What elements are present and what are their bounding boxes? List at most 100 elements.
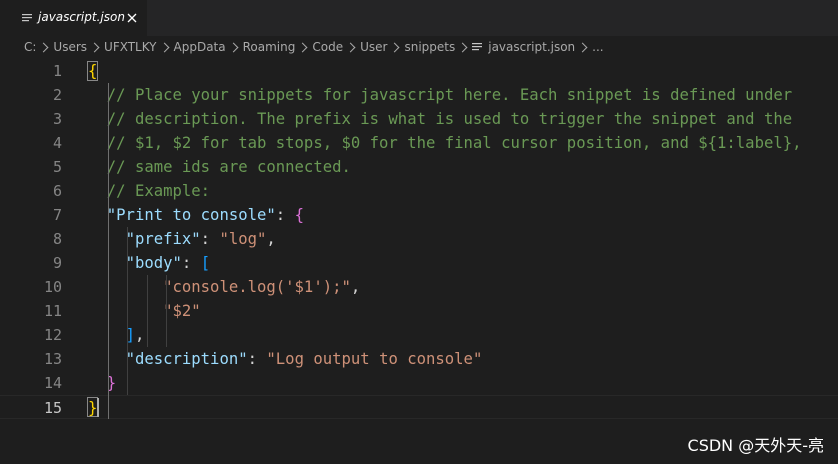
code-token: "$2"	[163, 302, 201, 320]
code-text: "description": "Log output to console"	[88, 347, 483, 371]
tab-javascript-json[interactable]: javascript.json	[0, 0, 147, 36]
code-token: // Place your snippets for javascript he…	[88, 86, 793, 104]
code-text: }	[88, 371, 116, 395]
code-line[interactable]: 2 // Place your snippets for javascript …	[0, 83, 838, 107]
line-number: 7	[52, 206, 62, 224]
line-number: 15	[43, 399, 62, 417]
code-token: "Log output to console"	[266, 350, 483, 368]
code-token: :	[275, 206, 295, 224]
line-number: 9	[52, 254, 62, 272]
indent-guide	[166, 275, 167, 347]
code-line[interactable]: 9 "body": [	[0, 251, 838, 275]
chevron-right-icon	[577, 42, 588, 52]
code-line[interactable]: 10 "console.log('$1');",	[0, 275, 838, 299]
text-cursor	[97, 398, 99, 417]
code-token: ,	[266, 230, 276, 248]
line-number: 11	[43, 302, 62, 320]
code-token: {	[294, 206, 304, 224]
breadcrumb-item[interactable]: Code	[312, 40, 343, 54]
breadcrumb: C: Users UFXTLKY AppData Roaming Code User snip…	[0, 36, 838, 58]
chevron-right-icon	[390, 42, 400, 52]
code-text: // $1, $2 for tab stops, $0 for the fina…	[88, 131, 802, 155]
code-token: "console.log('$1');"	[163, 278, 351, 296]
tab-label: javascript.json	[38, 10, 125, 24]
breadcrumb-item[interactable]: ...	[592, 40, 603, 54]
chevron-right-icon	[228, 42, 239, 52]
code-text: // same ids are connected.	[88, 155, 351, 179]
close-icon[interactable]	[125, 11, 139, 25]
code-token: "description"	[125, 350, 248, 368]
code-token: :	[181, 254, 201, 272]
code-token: "prefix"	[125, 230, 201, 248]
breadcrumb-item[interactable]: UFXTLKY	[104, 40, 156, 54]
breadcrumb-item[interactable]: Users	[53, 40, 87, 54]
chevron-right-icon	[38, 42, 49, 52]
line-number: 5	[52, 158, 62, 176]
line-number: 1	[52, 62, 62, 80]
code-text: // Place your snippets for javascript he…	[88, 83, 792, 107]
code-text: ],	[88, 323, 145, 347]
code-line[interactable]: 14 }	[0, 371, 838, 395]
watermark: CSDN @天外天-亮	[687, 436, 824, 455]
tab-bar: javascript.json	[0, 0, 838, 36]
breadcrumb-item[interactable]: AppData	[174, 40, 226, 54]
code-token: // description. The prefix is what is us…	[88, 110, 793, 128]
line-number: 4	[52, 134, 62, 152]
code-token: // $1, $2 for tab stops, $0 for the fina…	[88, 134, 802, 152]
code-line[interactable]: 6 // Example:	[0, 179, 838, 203]
code-line[interactable]: 12 ],	[0, 323, 838, 347]
code-line[interactable]: 7 "Print to console": {	[0, 203, 838, 227]
vscode-window: javascript.json C: Users UFXTLKY AppData Roa…	[0, 0, 838, 464]
code-token: // same ids are connected.	[88, 158, 351, 176]
breadcrumb-item[interactable]: javascript.json	[488, 40, 575, 54]
json-file-icon	[472, 43, 483, 51]
chevron-right-icon	[159, 42, 169, 52]
code-token: "body"	[125, 254, 182, 272]
code-token: ,	[134, 326, 145, 344]
code-text: "body": [	[88, 251, 211, 275]
line-number: 10	[43, 278, 62, 296]
code-text: // description. The prefix is what is us…	[88, 107, 792, 131]
line-number: 3	[52, 110, 62, 128]
indent-guide	[147, 275, 148, 347]
line-number: 13	[43, 350, 62, 368]
code-text: "Print to console": {	[88, 203, 304, 227]
code-line[interactable]: 4 // $1, $2 for tab stops, $0 for the fi…	[0, 131, 838, 155]
indent-guide	[127, 227, 128, 395]
code-line[interactable]: 11 "$2"	[0, 299, 838, 323]
code-text: "$2"	[88, 299, 201, 323]
line-number: 6	[52, 182, 62, 200]
chevron-right-icon	[297, 42, 308, 52]
breadcrumb-item[interactable]: C:	[24, 40, 36, 54]
code-token: // Example:	[88, 182, 211, 200]
line-number: 8	[52, 230, 62, 248]
chevron-right-icon	[457, 42, 468, 52]
breadcrumb-item[interactable]: Roaming	[243, 40, 296, 54]
code-token: :	[200, 230, 220, 248]
bracket-match-highlight	[87, 61, 98, 81]
code-text: // Example:	[88, 179, 210, 203]
indent-guide	[108, 83, 109, 419]
code-editor[interactable]: CSDN @天外天-亮 1{2 // Place your snippets f…	[0, 58, 838, 464]
line-number: 2	[52, 86, 62, 104]
code-line[interactable]: 1{	[0, 59, 838, 83]
code-token: [	[200, 254, 211, 272]
code-line[interactable]: 3 // description. The prefix is what is …	[0, 107, 838, 131]
code-text: "console.log('$1');",	[88, 275, 360, 299]
line-number: 12	[43, 326, 62, 344]
breadcrumb-item[interactable]: snippets	[404, 40, 455, 54]
breadcrumb-item[interactable]: User	[360, 40, 387, 54]
code-token: "Print to console"	[106, 206, 276, 224]
code-line[interactable]: 5 // same ids are connected.	[0, 155, 838, 179]
code-line[interactable]: 8 "prefix": "log",	[0, 227, 838, 251]
chevron-right-icon	[345, 42, 356, 52]
line-number: 14	[43, 374, 62, 392]
code-line[interactable]: 15}	[0, 395, 838, 419]
code-line[interactable]: 13 "description": "Log output to console…	[0, 347, 838, 371]
